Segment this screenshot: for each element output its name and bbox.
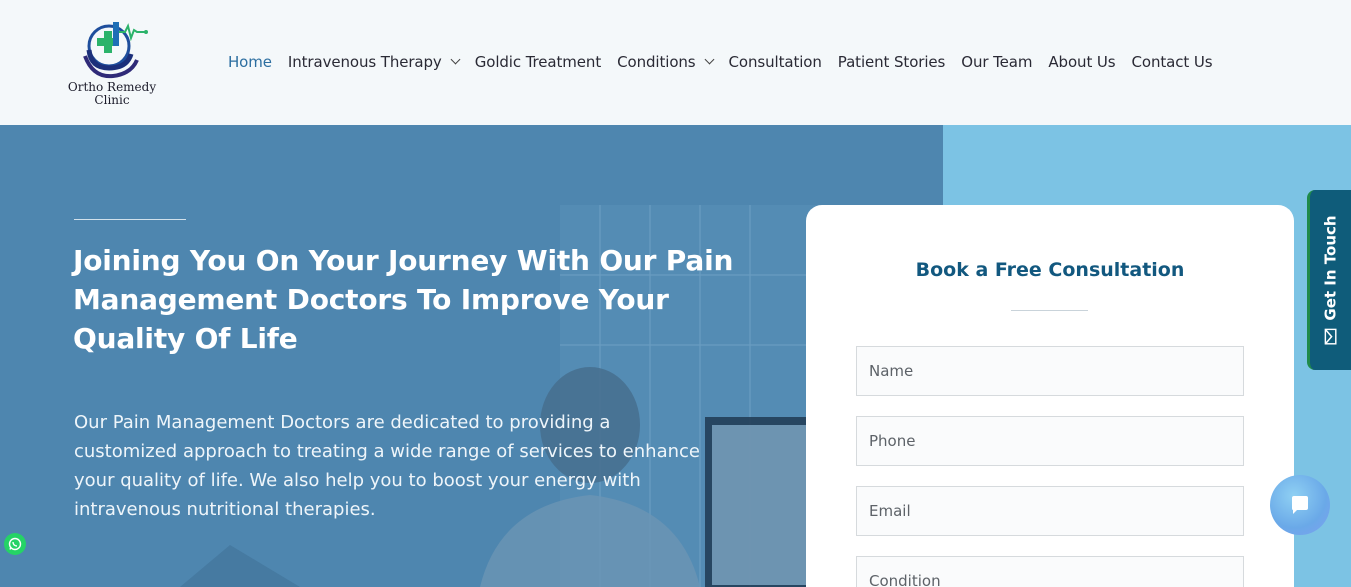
nav-home-label: Home [228,53,272,71]
nav-contact-us-label: Contact Us [1131,53,1213,71]
hero-description: Our Pain Management Doctors are dedicate… [74,412,700,520]
nav-intravenous-therapy[interactable]: Intravenous Therapy [287,53,461,71]
chevron-down-icon [450,54,461,65]
nav-patient-stories-label: Patient Stories [837,53,946,71]
nav-conditions[interactable]: Conditions [617,53,714,71]
nav-home[interactable]: Home [228,53,272,71]
brand-name: Ortho Remedy Clinic [62,81,162,107]
nav-our-team[interactable]: Our Team [961,53,1032,71]
chat-bubble-icon [1292,496,1308,514]
consultation-form-card: Book a Free Consultation [806,205,1294,587]
phone-field[interactable] [856,416,1244,466]
nav-our-team-label: Our Team [961,53,1033,71]
get-in-touch-content: Get In Touch [1321,215,1340,345]
nav-conditions-label: Conditions [617,53,696,71]
brand-logo[interactable]: Ortho Remedy Clinic [62,14,162,114]
name-field[interactable] [856,346,1244,396]
ortho-remedy-logo-icon [83,22,148,79]
site-header: Ortho Remedy Clinic Home Intravenous The… [0,0,1351,125]
condition-field[interactable] [856,556,1244,587]
nav-contact-us[interactable]: Contact Us [1132,53,1213,71]
email-field[interactable] [856,486,1244,536]
nav-consultation-label: Consultation [728,53,822,71]
whatsapp-icon [8,537,22,551]
whatsapp-button[interactable] [4,533,26,555]
nav-consultation[interactable]: Consultation [729,53,822,71]
get-in-touch-tab[interactable]: Get In Touch [1307,190,1351,370]
form-divider [1011,310,1088,311]
nav-goldic-treatment-label: Goldic Treatment [474,53,602,71]
nav-about-us-label: About Us [1048,53,1116,71]
nav-about-us[interactable]: About Us [1048,53,1115,71]
nav-goldic-treatment[interactable]: Goldic Treatment [474,53,602,71]
main-nav: Home Intravenous Therapy Goldic Treatmen… [228,50,1228,74]
chat-button[interactable] [1270,475,1330,535]
hero-divider [74,219,186,220]
nav-intravenous-therapy-label: Intravenous Therapy [287,53,442,71]
chevron-down-icon [704,54,714,65]
hero-title: Joining You On Your Journey With Our Pai… [73,244,734,355]
brand-name-line2: Clinic [94,93,130,107]
mail-icon [1324,328,1337,345]
get-in-touch-label: Get In Touch [1321,215,1340,321]
form-title: Book a Free Consultation [915,259,1185,281]
nav-patient-stories[interactable]: Patient Stories [837,53,946,71]
